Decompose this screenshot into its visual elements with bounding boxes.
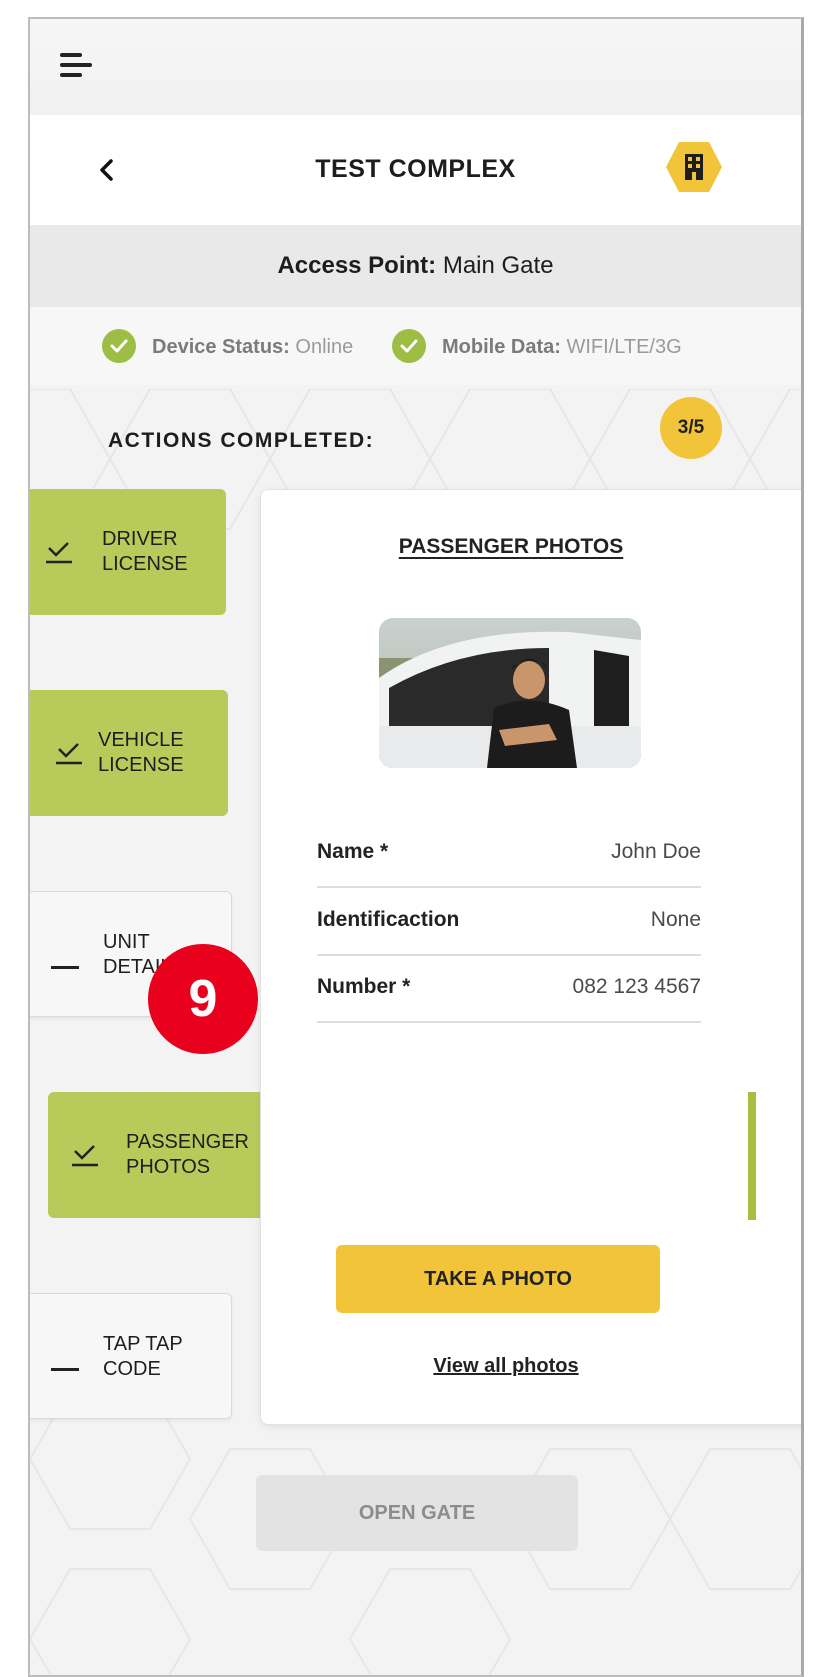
device-status-label: Device Status: (152, 336, 290, 358)
building-icon[interactable] (664, 140, 724, 194)
field-label: Number * (317, 975, 411, 998)
device-status-value: Online (295, 336, 354, 358)
view-all-photos-link[interactable]: View all photos (261, 1355, 751, 1378)
checkmark-icon (72, 1145, 98, 1167)
take-photo-button[interactable]: TAKE A PHOTO (336, 1245, 660, 1313)
status-bar: Device Status: Online Mobile Data: WIFI/… (30, 307, 801, 385)
action-passenger-photos[interactable]: PASSENGER PHOTOS (48, 1092, 288, 1218)
action-tap-tap-code[interactable]: TAP TAP CODE (30, 1293, 232, 1419)
field-value: None (650, 908, 701, 931)
access-point-bar: Access Point: Main Gate (30, 225, 801, 307)
field-label: Identificaction (317, 908, 460, 931)
field-row-number[interactable]: Number * 082 123 4567 (317, 955, 701, 1023)
card-title: PASSENGER PHOTOS (398, 535, 624, 558)
app-screen: TEST COMPLEX Access Point: Main Gate Dev… (28, 17, 804, 1677)
step-number-marker: 9 (148, 944, 258, 1054)
field-value: 082 123 4567 (572, 975, 701, 998)
open-gate-button[interactable]: OPEN GATE (256, 1475, 578, 1551)
field-row-identification[interactable]: Identificaction None (317, 888, 701, 956)
passenger-photo[interactable] (379, 618, 641, 768)
action-vehicle-license[interactable]: VEHICLE LICENSE (30, 690, 228, 816)
mobile-data-label: Mobile Data: (442, 336, 561, 358)
check-circle-icon (392, 329, 426, 363)
field-row-name[interactable]: Name * John Doe (317, 820, 701, 888)
check-circle-icon (102, 329, 136, 363)
action-label: PASSENGER PHOTOS (126, 1131, 249, 1178)
hamburger-menu-icon[interactable] (60, 51, 98, 81)
top-bar (30, 19, 801, 115)
action-driver-license[interactable]: DRIVER LICENSE (30, 489, 226, 615)
access-point-label: Access Point: (277, 252, 437, 279)
mobile-data-value: WIFI/LTE/3G (566, 336, 682, 358)
actions-completed-label: ACTIONS COMPLETED: (108, 429, 375, 452)
access-point-value: Main Gate (442, 252, 554, 279)
field-label: Name * (317, 840, 389, 863)
dash-icon (51, 966, 79, 969)
checkmark-icon (46, 542, 72, 564)
field-value: John Doe (611, 840, 701, 863)
actions-count-badge: 3/5 (660, 397, 722, 459)
action-label: TAP TAP CODE (103, 1333, 183, 1380)
checkmark-icon (56, 743, 82, 765)
dash-icon (51, 1368, 79, 1371)
passenger-photos-card: PASSENGER PHOTOS Name * John Doe Identif… (260, 489, 801, 1425)
page-header: TEST COMPLEX (30, 115, 801, 225)
next-card-edge (748, 1092, 756, 1220)
action-label: VEHICLE LICENSE (98, 729, 184, 776)
action-label: DRIVER LICENSE (102, 528, 188, 575)
